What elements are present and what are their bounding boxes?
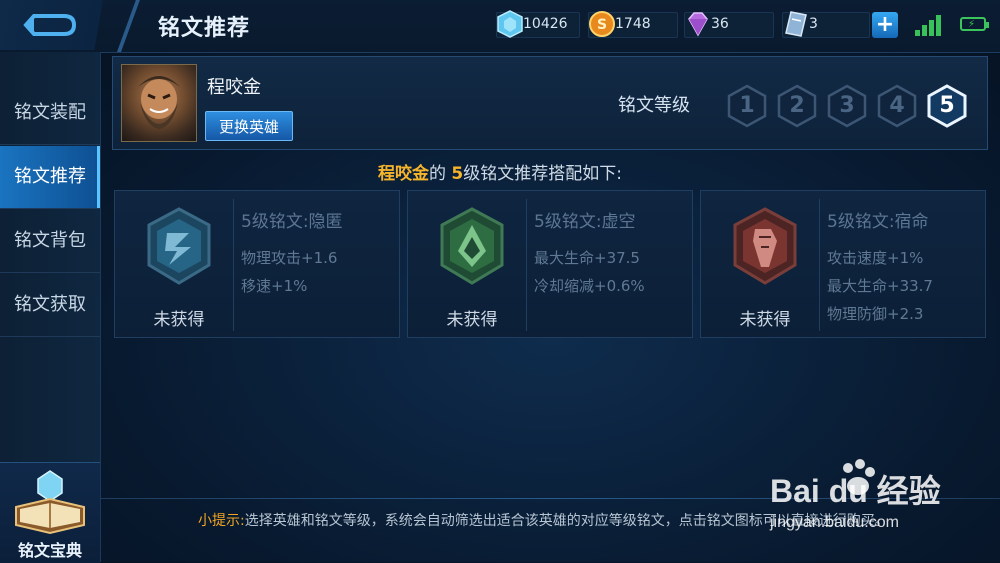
svg-text:S: S — [597, 17, 607, 33]
headline-level: 5 — [451, 164, 464, 184]
diamond-value: 10426 — [523, 16, 568, 32]
diamond-counter: 10426 — [496, 10, 580, 38]
level-4-label: 4 — [889, 93, 905, 118]
baidu-watermark: Bai du 经验 jingyan.baidu.com — [770, 459, 990, 542]
level-3-button[interactable]: 3 — [825, 83, 869, 129]
hero-name: 程咬金 — [207, 77, 261, 98]
back-button[interactable] — [0, 0, 120, 50]
gold-value: 1748 — [615, 16, 651, 32]
headline-text-2: 级铭文推荐搭配如下: — [463, 164, 622, 184]
rune-level-label: 铭文等级 — [618, 95, 690, 116]
signal-strength-icon — [915, 14, 941, 36]
hero-panel: 程咬金 更换英雄 铭文等级 1 2 3 4 5 — [112, 56, 988, 150]
headline-hero: 程咬金 — [378, 164, 429, 184]
headline-text-1: 的 — [429, 164, 446, 184]
gold-coin-icon: S — [589, 11, 615, 37]
level-4-button[interactable]: 4 — [875, 83, 919, 129]
voucher-counter: 3 — [782, 11, 870, 38]
hero-face-icon — [138, 76, 180, 129]
battery-icon: ⚡ — [960, 17, 989, 31]
watermark-brand: Bai du 经验 — [770, 473, 941, 509]
level-5-button[interactable]: 5 — [925, 83, 969, 129]
rune-emblem-area[interactable]: 未获得 — [418, 199, 527, 331]
rune-status: 未获得 — [446, 310, 498, 330]
voucher-value: 3 — [809, 16, 818, 32]
watermark-url: jingyan.baidu.com — [770, 514, 899, 531]
rune-stat: 冷却缩减+0.6% — [534, 277, 645, 295]
top-bar: 铭文推荐 10426 S 1748 36 3 + ⚡ — [0, 0, 1000, 53]
page-title: 铭文推荐 — [158, 16, 251, 41]
rune-title: 5级铭文:虚空 — [534, 212, 636, 232]
rune-card-3[interactable]: 未获得 5级铭文:宿命 攻击速度+1% 最大生命+33.7 物理防御+2.3 — [700, 190, 986, 338]
rune-yinni-icon — [147, 207, 211, 285]
book-icon — [15, 470, 85, 535]
level-2-button[interactable]: 2 — [775, 83, 819, 129]
change-hero-button[interactable]: 更换英雄 — [205, 111, 293, 141]
add-resource-button[interactable]: + — [872, 12, 898, 38]
rune-suming-icon — [733, 207, 797, 285]
sidebar-item-rune-bag[interactable]: 铭文背包 — [0, 210, 100, 273]
rune-stat: 移速+1% — [241, 277, 308, 295]
rune-status: 未获得 — [739, 310, 791, 330]
rune-stat: 物理防御+2.3 — [827, 305, 924, 323]
rune-xukong-icon — [440, 207, 504, 285]
rune-codex-label: 铭文宝典 — [17, 541, 82, 560]
purple-gem-icon — [688, 12, 708, 37]
gem-value: 36 — [711, 16, 729, 32]
rune-emblem-area[interactable]: 未获得 — [711, 199, 820, 331]
rune-card-2[interactable]: 未获得 5级铭文:虚空 最大生命+37.5 冷却缩减+0.6% — [407, 190, 693, 338]
header-divider — [110, 0, 148, 52]
sidebar-item-rune-obtain[interactable]: 铭文获取 — [0, 274, 100, 337]
rune-title: 5级铭文:宿命 — [827, 212, 929, 232]
level-5-label: 5 — [939, 93, 955, 118]
rune-stat: 物理攻击+1.6 — [241, 249, 338, 267]
level-2-label: 2 — [789, 93, 805, 118]
level-1-button[interactable]: 1 — [725, 83, 769, 129]
rune-stat: 最大生命+33.7 — [827, 277, 933, 295]
back-arrow-icon — [23, 14, 77, 36]
diamond-icon — [497, 10, 523, 38]
rune-card-1[interactable]: 未获得 5级铭文:隐匿 物理攻击+1.6 移速+1% — [114, 190, 400, 338]
rune-stat: 攻击速度+1% — [827, 249, 924, 267]
rune-status: 未获得 — [153, 310, 205, 330]
recommendation-headline: 程咬金的 5级铭文推荐搭配如下: — [0, 159, 1000, 184]
rune-stat: 最大生命+37.5 — [534, 249, 640, 267]
rune-codex-button[interactable]: 铭文宝典 — [0, 462, 100, 563]
gold-counter: S 1748 — [588, 11, 678, 38]
sidebar: 铭文装配 铭文推荐 铭文背包 铭文获取 铭文宝典 — [0, 52, 101, 563]
sidebar-item-rune-equip[interactable]: 铭文装配 — [0, 82, 100, 145]
hero-portrait[interactable] — [121, 64, 197, 142]
gem-counter: 36 — [684, 12, 774, 38]
level-3-label: 3 — [839, 93, 855, 118]
tip-label: 小提示: — [198, 513, 245, 529]
rune-title: 5级铭文:隐匿 — [241, 212, 343, 232]
voucher-icon — [785, 11, 807, 37]
rune-emblem-area[interactable]: 未获得 — [125, 199, 234, 331]
level-1-label: 1 — [739, 93, 755, 118]
